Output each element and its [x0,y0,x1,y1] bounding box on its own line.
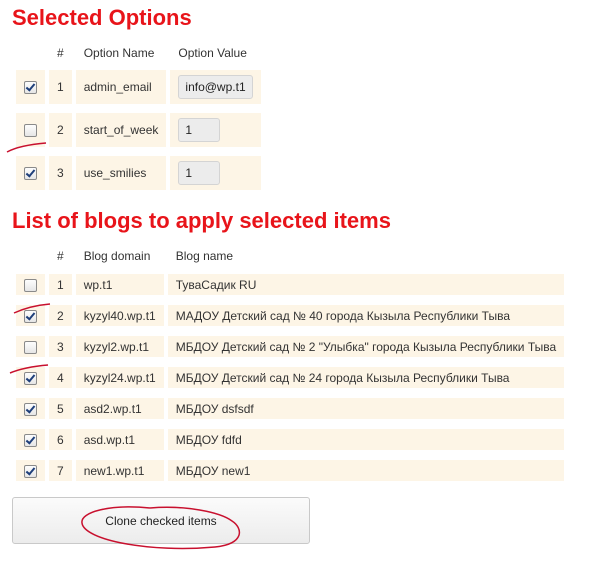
blog-domain: wp.t1 [75,274,164,295]
checkbox-cell [16,113,45,147]
blog-domain: asd2.wp.t1 [75,398,164,419]
checkbox-cell [16,460,45,481]
header-number: # [57,46,64,60]
option-number: 1 [49,70,72,104]
option-value-field[interactable]: 1 [178,118,221,142]
checkbox-cell [16,305,45,326]
blog-checkbox[interactable] [24,371,37,385]
option-value-field[interactable]: 1 [178,161,221,185]
blog-checkbox[interactable] [24,309,37,323]
blogs-table: # Blog domain Blog name 1 wp.t1 ТуваСадик … [16,238,565,491]
blog-number: 7 [49,460,72,481]
header-option-name: Option Name [83,46,155,60]
clone-checked-items-button[interactable]: Clone checked items [12,497,310,544]
blog-row: 6 asd.wp.t1 МБДОУ fdfd [16,429,565,450]
blog-checkbox[interactable] [24,278,37,292]
blog-domain: kyzyl2.wp.t1 [75,336,164,357]
blog-domain: kyzyl24.wp.t1 [75,367,164,388]
checkbox-cell [16,274,45,295]
option-name: start_of_week [75,113,167,147]
blog-row: 5 asd2.wp.t1 МБДОУ dsfsdf [16,398,565,419]
blog-name: МБДОУ dsfsdf [167,398,565,419]
blog-row: 7 new1.wp.t1 МБДОУ new1 [16,460,565,481]
blog-number: 6 [49,429,72,450]
option-number: 3 [49,156,72,190]
header-checkbox-column [16,45,45,61]
checkbox-cell [16,398,45,419]
blog-name: МБДОУ new1 [167,460,565,481]
option-name: use_smilies [75,156,167,190]
option-value-cell: 1 [170,113,261,147]
blog-name: МБДОУ fdfd [167,429,565,450]
option-checkbox[interactable] [24,124,37,138]
blog-name: МБДОУ Детский сад № 2 "Улыбка" города Кы… [167,336,565,357]
blog-name: ТуваСадик RU [167,274,565,295]
option-checkbox[interactable] [24,81,37,95]
option-value-field[interactable]: info@wp.t1 [178,75,253,99]
header-checkbox-column [16,248,45,264]
option-checkbox[interactable] [24,167,37,181]
option-row: 2 start_of_week 1 [16,113,261,147]
option-row: 3 use_smilies 1 [16,156,261,190]
checkbox-cell [16,367,45,388]
option-number: 2 [49,113,72,147]
options-header-row: # Option Name Option Value [16,45,261,61]
header-blog-name: Blog name [175,249,234,263]
blogs-header-row: # Blog domain Blog name [16,248,564,264]
header-option-value: Option Value [178,46,247,60]
blog-number: 3 [49,336,72,357]
blog-checkbox[interactable] [24,340,37,354]
blog-row: 3 kyzyl2.wp.t1 МБДОУ Детский сад № 2 "Улыб… [16,336,565,357]
option-value-cell: info@wp.t1 [170,70,261,104]
blog-name: МАДОУ Детский сад № 40 города Кызыла Рес… [167,305,565,326]
option-value-cell: 1 [170,156,261,190]
selected-options-heading: Selected Options [12,5,192,30]
blog-domain: new1.wp.t1 [75,460,164,481]
blog-name: МБДОУ Детский сад № 24 города Кызыла Рес… [167,367,565,388]
blog-number: 4 [49,367,72,388]
header-blog-domain: Blog domain [83,249,151,263]
blog-number: 2 [49,305,72,326]
blog-checkbox[interactable] [24,433,37,447]
blog-row: 1 wp.t1 ТуваСадик RU [16,274,565,295]
header-number: # [57,249,64,263]
selected-options-table: # Option Name Option Value 1 admin_email i… [16,36,261,199]
blog-domain: kyzyl40.wp.t1 [75,305,164,326]
blog-row: 4 kyzyl24.wp.t1 МБДОУ Детский сад № 24 гор… [16,367,565,388]
checkbox-cell [16,70,45,104]
checkbox-cell [16,336,45,357]
option-name: admin_email [75,70,167,104]
blog-number: 1 [49,274,72,295]
checkbox-cell [16,156,45,190]
blog-checkbox[interactable] [24,464,37,478]
blog-number: 5 [49,398,72,419]
checkbox-cell [16,429,45,450]
blogs-list-heading: List of blogs to apply selected items [12,208,391,233]
blog-checkbox[interactable] [24,402,37,416]
option-row: 1 admin_email info@wp.t1 [16,70,261,104]
blog-row: 2 kyzyl40.wp.t1 МАДОУ Детский сад № 40 гор… [16,305,565,326]
blog-domain: asd.wp.t1 [75,429,164,450]
